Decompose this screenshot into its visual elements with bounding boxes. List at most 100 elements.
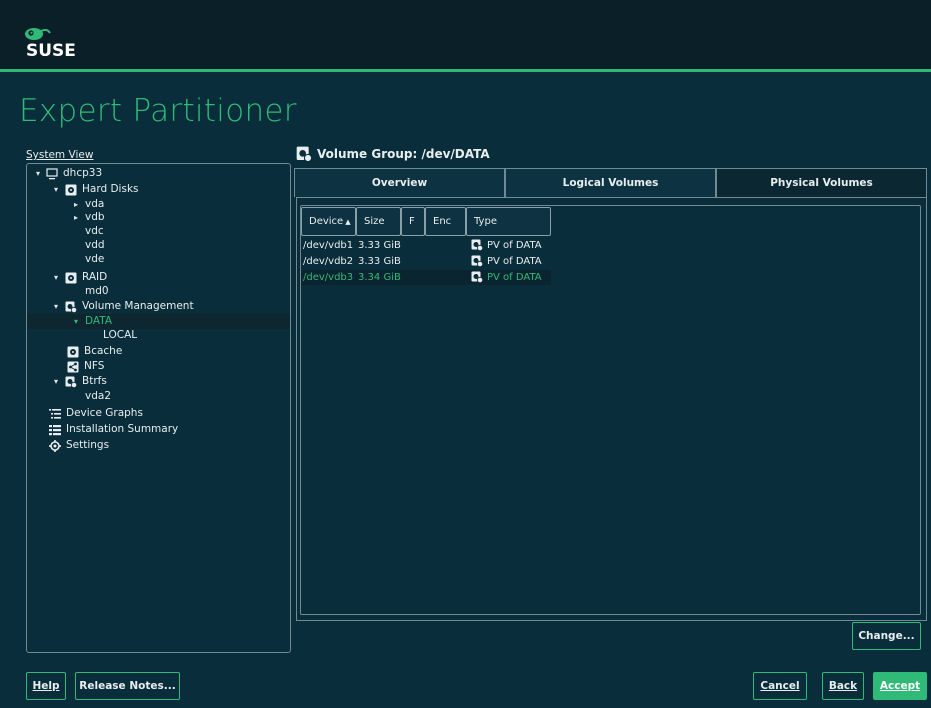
tree-item-nfs[interactable]: NFS (67, 359, 104, 374)
collapsed-arrow-icon[interactable]: ▸ (71, 210, 81, 225)
physical-volume-icon (471, 239, 483, 251)
tree-item-label: LOCAL (103, 329, 138, 341)
tree-item-label: Volume Management (82, 300, 194, 312)
suse-logo: SUSE (25, 28, 76, 61)
tree-item-bcache[interactable]: Bcache (67, 344, 122, 359)
cell-type-label: PV of DATA (487, 256, 542, 267)
tree-item-vdb[interactable]: ▸ vdb (71, 210, 105, 225)
cell-type: PV of DATA (471, 271, 542, 285)
tree-item-volume-management[interactable]: ▾ Volume Management (51, 299, 194, 314)
release-notes-button[interactable]: Release Notes... (75, 672, 180, 700)
change-button[interactable]: Change... (852, 622, 921, 650)
tree-item-label: vda2 (85, 390, 111, 402)
physical-volume-icon (471, 255, 483, 267)
expanded-arrow-icon[interactable]: ▾ (51, 182, 61, 197)
tree-item-label: Settings (66, 439, 110, 451)
cell-type: PV of DATA (471, 255, 542, 269)
tree-item-label: Hard Disks (82, 183, 139, 195)
tree-item-label: DATA (85, 315, 113, 327)
volume-group-header: Volume Group: /dev/DATA (296, 145, 490, 163)
expanded-arrow-icon[interactable]: ▾ (51, 299, 61, 314)
tab-logical-volumes[interactable]: Logical Volumes (505, 168, 716, 197)
cancel-button[interactable]: Cancel (753, 672, 807, 700)
column-label: Device (309, 216, 344, 227)
accept-button[interactable]: Accept (873, 672, 927, 700)
installation-summary-icon (49, 424, 61, 435)
device-graphs-icon (49, 408, 61, 419)
volume-group-title: Volume Group: /dev/DATA (317, 147, 490, 161)
btrfs-icon (65, 376, 77, 388)
bcache-icon (67, 346, 79, 357)
back-button[interactable]: Back (822, 672, 864, 700)
button-label: Help (32, 680, 60, 692)
nfs-share-icon (67, 361, 79, 372)
sort-ascending-icon: ▲ (345, 217, 351, 226)
expanded-arrow-icon[interactable]: ▾ (71, 314, 81, 329)
help-button[interactable]: Help (26, 672, 66, 700)
button-label: Back (828, 680, 858, 692)
button-label: Release Notes... (79, 680, 176, 692)
system-view-label: System View (26, 149, 94, 161)
tree-item-btrfs[interactable]: ▾ Btrfs (51, 374, 107, 389)
tab-label: Overview (371, 177, 428, 189)
tree-item-device-graphs[interactable]: Device Graphs (49, 406, 143, 421)
tree-item-md0[interactable]: md0 (85, 284, 109, 299)
tree-item-dhcp33[interactable]: ▾ dhcp33 (33, 166, 102, 181)
physical-volume-icon (471, 271, 483, 283)
column-header-device[interactable]: Device ▲ (301, 207, 356, 236)
system-view-tree[interactable]: ▾ dhcp33 ▾ Hard Disks ▸ vda ▸ vdb vdc vd… (26, 163, 291, 653)
cell-type-label: PV of DATA (487, 240, 542, 251)
page-title: Expert Partitioner (19, 93, 297, 129)
column-header-size[interactable]: Size (356, 207, 401, 236)
column-header-f[interactable]: F (401, 207, 425, 236)
tree-item-data[interactable]: ▾ DATA (27, 314, 290, 329)
tab-label: Physical Volumes (770, 177, 873, 189)
tree-item-label: vdb (85, 211, 105, 223)
expanded-arrow-icon[interactable]: ▾ (51, 270, 61, 285)
tree-item-hard-disks[interactable]: ▾ Hard Disks (51, 182, 139, 197)
button-label: Cancel (760, 680, 800, 692)
button-label: Change... (858, 630, 915, 642)
cell-device: /dev/vdb1 (303, 240, 354, 251)
column-header-enc[interactable]: Enc (425, 207, 466, 236)
cell-device: /dev/vdb2 (303, 256, 354, 267)
column-label: F (409, 216, 415, 227)
tree-item-label: Installation Summary (66, 423, 179, 435)
column-header-type[interactable]: Type (466, 207, 551, 236)
tree-item-label: Bcache (84, 345, 123, 357)
tree-item-label: vde (85, 253, 105, 265)
tree-item-label: Btrfs (82, 375, 107, 387)
tree-item-settings[interactable]: Settings (49, 438, 109, 453)
tree-item-label: RAID (82, 271, 108, 283)
computer-icon (46, 167, 58, 179)
tree-item-label: vdd (85, 239, 105, 251)
cell-device: /dev/vdb3 (303, 272, 354, 283)
column-label: Enc (433, 216, 452, 227)
button-label: Accept (879, 680, 921, 692)
tree-item-vdc[interactable]: vdc (85, 224, 104, 239)
tree-item-vda2[interactable]: vda2 (85, 389, 111, 404)
tree-item-vde[interactable]: vde (85, 252, 104, 267)
tab-overview[interactable]: Overview (294, 168, 505, 197)
hard-disk-icon (65, 184, 77, 195)
tree-item-local[interactable]: LOCAL (103, 328, 137, 343)
tree-item-raid[interactable]: ▾ RAID (51, 270, 107, 285)
expanded-arrow-icon[interactable]: ▾ (33, 166, 43, 181)
tree-item-label: vdc (85, 225, 104, 237)
cell-size: 3.34 GiB (358, 272, 401, 283)
volume-group-icon (296, 146, 312, 162)
settings-gear-icon (49, 439, 61, 452)
tree-item-label: dhcp33 (63, 167, 103, 179)
top-bar: SUSE (0, 0, 931, 72)
tab-physical-volumes[interactable]: Physical Volumes (716, 168, 927, 197)
raid-icon (65, 272, 77, 283)
cell-type-label: PV of DATA (487, 272, 542, 283)
cell-type: PV of DATA (471, 239, 542, 253)
tree-item-label: NFS (84, 360, 105, 372)
expanded-arrow-icon[interactable]: ▾ (51, 374, 61, 389)
cell-size: 3.33 GiB (358, 256, 401, 267)
tree-item-installation-summary[interactable]: Installation Summary (49, 422, 178, 437)
tree-item-vdd[interactable]: vdd (85, 238, 105, 253)
cell-size: 3.33 GiB (358, 240, 401, 251)
svg-text:SUSE: SUSE (26, 41, 76, 61)
